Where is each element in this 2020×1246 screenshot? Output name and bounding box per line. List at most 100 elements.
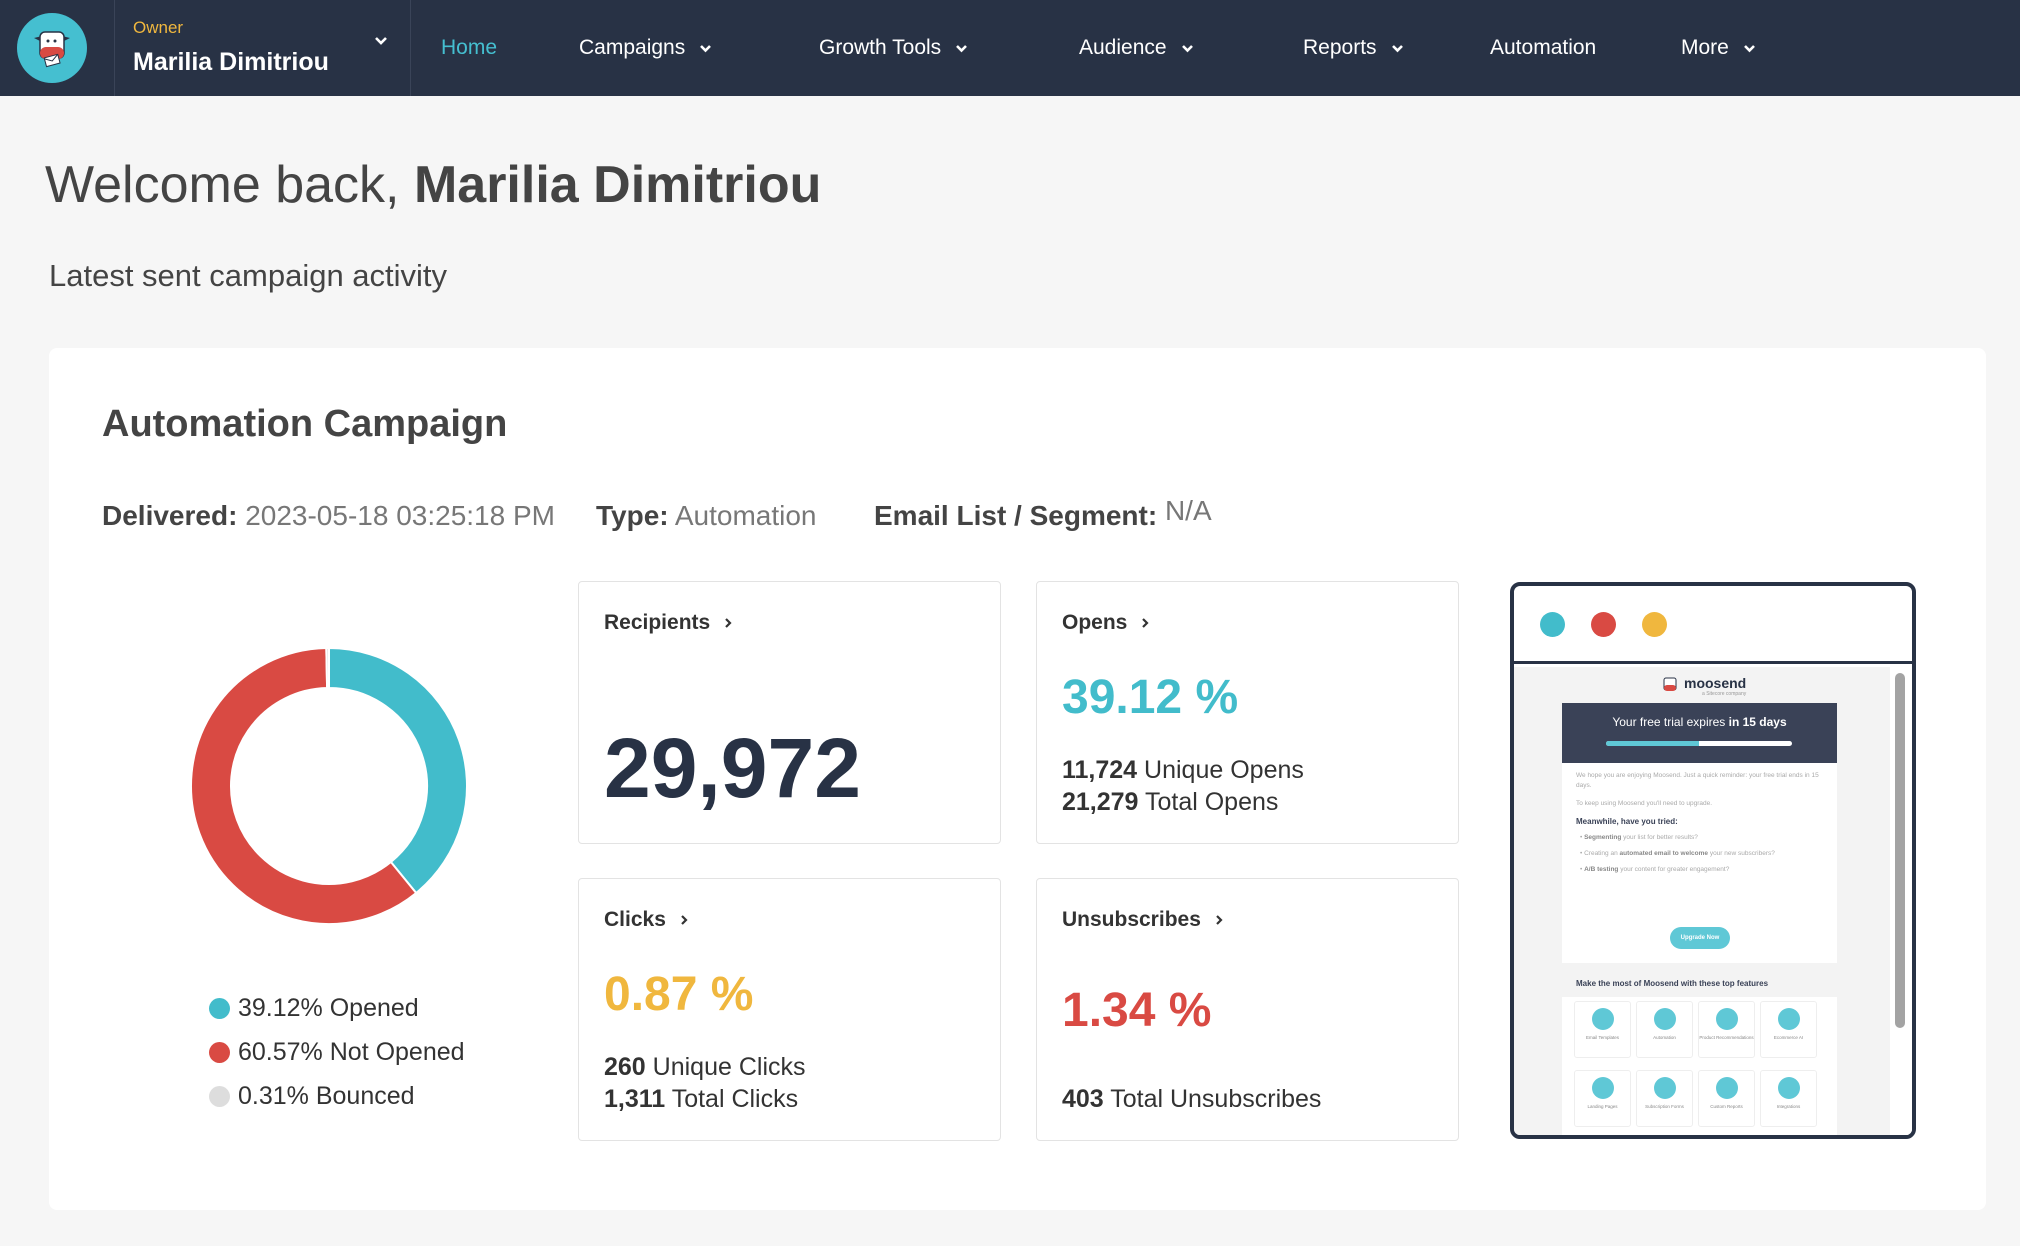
nav-more[interactable]: More <box>1681 0 1756 96</box>
list-label: Email List / Segment: <box>874 500 1158 531</box>
feature-icon <box>1715 1008 1738 1030</box>
nav-more-label: More <box>1681 36 1729 59</box>
email-tip: • A/B testing your content for greater e… <box>1580 866 1730 873</box>
delivered-meta: Delivered: 2023-05-18 03:25:18 PM <box>102 500 555 532</box>
trial-banner-text: Your free trial expires in 15 days <box>1562 715 1837 729</box>
email-brand-sub: a Sitecore company <box>1702 691 1747 697</box>
opens-label: Opens <box>1062 611 1128 634</box>
nav-home[interactable]: Home <box>441 0 497 96</box>
nav-campaigns-label: Campaigns <box>579 36 686 59</box>
email-thumbnail: moosend a Sitecore company Your free tria… <box>1562 667 1837 1135</box>
email-brand-name: moosend <box>1684 675 1747 691</box>
legend-item-bounced: 0.31% Bounced <box>209 1074 465 1118</box>
clicks-label: Clicks <box>604 908 666 931</box>
chevron-right-icon <box>681 915 688 925</box>
feature-tile: Email Templates <box>1574 1001 1631 1058</box>
feature-tile: Subscription Forms <box>1636 1069 1693 1127</box>
type-value: Automation <box>674 500 817 531</box>
email-content: We hope you are enjoying Moosend. Just a… <box>1562 763 1837 963</box>
account-switcher[interactable]: Owner Marilia Dimitriou <box>114 0 411 96</box>
feature-tile: Integrations <box>1760 1069 1817 1127</box>
window-dot-teal <box>1540 612 1565 637</box>
legend-dot-bounced <box>209 1085 230 1107</box>
recipients-label: Recipients <box>604 611 711 634</box>
chevron-down-icon <box>1181 44 1193 52</box>
legend-label-opened: 39.12% Opened <box>238 993 419 1022</box>
legend-item-opened: 39.12% Opened <box>209 986 465 1030</box>
moosend-cow-icon <box>1663 677 1677 691</box>
email-preview-window[interactable]: moosend a Sitecore company Your free tria… <box>1510 582 1916 1139</box>
unique-opens: 11,724 Unique Opens <box>1062 756 1304 785</box>
preview-window-bar <box>1514 586 1912 664</box>
tip-bold: Segmenting <box>1584 834 1622 841</box>
tip-text: your new subscribers? <box>1708 850 1775 857</box>
preview-scrollbar-track[interactable] <box>1890 667 1912 1135</box>
donut-slice-bounced[interactable] <box>325 648 330 690</box>
email-paragraph-1: We hope you are enjoying Moosend. Just a… <box>1576 772 1819 789</box>
delivered-label: Delivered: <box>102 500 238 531</box>
window-dot-red <box>1591 612 1616 637</box>
unique-opens-value: 11,724 <box>1062 756 1138 784</box>
unique-opens-label: Unique Opens <box>1144 756 1304 784</box>
list-value: N/A <box>1164 495 1212 526</box>
feature-tile: Landing Pages <box>1574 1069 1631 1127</box>
nav-growth-tools[interactable]: Growth Tools <box>819 0 968 96</box>
chevron-right-icon <box>1142 618 1149 628</box>
features-heading: Make the most of Moosend with these top … <box>1576 979 1769 988</box>
total-unsubscribes-label: Total Unsubscribes <box>1110 1085 1322 1113</box>
feature-icon <box>1653 1008 1676 1030</box>
legend-item-not-opened: 60.57% Not Opened <box>209 1030 465 1074</box>
nav-campaigns[interactable]: Campaigns <box>579 0 712 96</box>
opens-rate: 39.12 % <box>1062 671 1239 724</box>
clicks-rate: 0.87 % <box>604 968 754 1021</box>
email-paragraph-2: To keep using Moosend you'll need to upg… <box>1576 800 1713 807</box>
chevron-right-icon <box>725 618 732 628</box>
feature-icon <box>1653 1076 1676 1099</box>
unique-clicks-label: Unique Clicks <box>652 1053 806 1081</box>
unique-clicks: 260 Unique Clicks <box>604 1053 806 1082</box>
recipients-value: 29,972 <box>604 721 861 815</box>
chevron-right-icon <box>1216 915 1223 925</box>
nav-automation[interactable]: Automation <box>1490 0 1596 96</box>
chevron-down-icon <box>956 44 968 52</box>
email-upgrade-button: Upgrade Now <box>1670 927 1730 949</box>
unsubscribes-label: Unsubscribes <box>1062 908 1201 931</box>
moosend-logo-icon[interactable] <box>17 13 87 83</box>
chevron-down-icon <box>1391 44 1403 52</box>
nav-audience[interactable]: Audience <box>1079 0 1194 96</box>
feature-label: Custom Reports <box>1710 1103 1743 1109</box>
recipients-card: Recipients 29,972 <box>578 581 1001 844</box>
feature-label: Landing Pages <box>1587 1103 1618 1109</box>
unsubscribes-link[interactable]: Unsubscribes <box>1062 908 1223 932</box>
total-unsubscribes: 403 Total Unsubscribes <box>1062 1085 1321 1114</box>
preview-scrollbar-thumb[interactable] <box>1895 673 1905 1028</box>
donut-legend: 39.12% Opened 60.57% Not Opened 0.31% Bo… <box>209 986 465 1118</box>
welcome-prefix: Welcome back, <box>45 156 414 214</box>
legend-dot-opened <box>209 997 230 1019</box>
clicks-link[interactable]: Clicks <box>604 908 688 932</box>
nav-reports[interactable]: Reports <box>1303 0 1404 96</box>
feature-label: Product Recommendations <box>1699 1035 1754 1040</box>
unsubscribes-rate: 1.34 % <box>1062 984 1212 1037</box>
tip-text: Creating an <box>1584 850 1620 857</box>
legend-label-bounced: 0.31% Bounced <box>238 1081 415 1110</box>
email-preview-body: moosend a Sitecore company Your free tria… <box>1514 667 1912 1135</box>
email-tip: • Segmenting your list for better result… <box>1580 834 1698 841</box>
feature-label: Integrations <box>1776 1103 1801 1109</box>
campaign-card: Automation Campaign Delivered: 2023-05-1… <box>49 348 1986 1210</box>
legend-dot-not-opened <box>209 1041 230 1063</box>
opens-link[interactable]: Opens <box>1062 611 1149 635</box>
recipients-link[interactable]: Recipients <box>604 611 732 635</box>
feature-icon <box>1777 1008 1800 1030</box>
opens-card: Opens 39.12 % 11,724 Unique Opens 21,279… <box>1036 581 1459 844</box>
chevron-down-icon <box>1743 44 1755 52</box>
donut-slice-opened[interactable] <box>328 648 467 895</box>
total-opens-value: 21,279 <box>1062 788 1139 816</box>
total-clicks-value: 1,311 <box>604 1085 666 1113</box>
nav-home-label: Home <box>441 36 498 59</box>
trial-banner-prefix: Your free trial expires <box>1612 715 1729 729</box>
total-unsubscribes-value: 403 <box>1062 1085 1104 1113</box>
type-meta: Type: Automation <box>596 500 816 532</box>
section-subtitle: Latest sent campaign activity <box>49 258 448 293</box>
chevron-down-icon <box>700 44 712 52</box>
